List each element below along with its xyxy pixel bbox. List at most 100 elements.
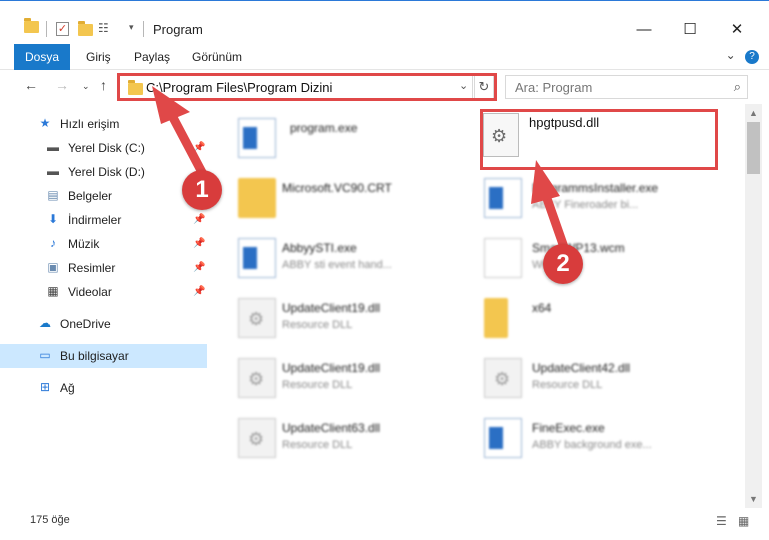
search-input[interactable]: Ara: Program ⌕ [505,75,748,99]
file-name: UpdateClient42.dll [532,361,631,375]
sidebar-item-label: İndirmeler [68,213,122,227]
new-folder-icon[interactable] [78,21,93,36]
tab-home[interactable]: Giriş [86,44,111,70]
sidebar-item-label: Bu bilgisayar [60,349,129,363]
sidebar-item-network[interactable]: ⊞ Ağ [0,376,207,400]
navigation-pane: ★ Hızlı erişim ▬ Yerel Disk (C:) 📌 ▬ Yer… [0,104,210,508]
file-description: Resource DLL [282,379,353,391]
file-name: program.exe [290,121,358,135]
item-count: 175 öğe [30,514,70,526]
dll-file-icon [484,358,522,398]
dll-file-icon [238,358,276,398]
sidebar-item-label: Yerel Disk (C:) [68,141,145,155]
search-placeholder: Ara: Program [515,80,593,95]
window-title: Program [153,22,203,37]
document-file-icon [484,238,522,278]
sidebar-item-label: Resimler [68,261,116,275]
separator [143,21,144,37]
minimize-button[interactable]: — [621,15,667,45]
pin-icon: 📌 [193,142,206,153]
pin-icon: 📌 [193,238,206,249]
video-icon: ▦ [47,284,59,298]
cloud-icon: ☁ [39,316,51,330]
drive-icon: ▬ [47,140,59,154]
sidebar-item-this-pc[interactable]: ▭ Bu bilgisayar [0,344,207,368]
file-highlight-box [480,109,718,170]
chevron-down-icon[interactable]: ⌄ [726,48,736,62]
title-bar: ✓ ☷ ▾ Program — ☐ ✕ [0,0,769,44]
forward-arrow-icon[interactable]: → [55,77,69,93]
exe-file-icon [238,118,276,158]
details-view-icon[interactable]: ☰ [716,514,727,528]
question-icon[interactable]: ? [745,50,759,64]
ribbon-controls: ⌄ ? [726,48,759,64]
pin-icon: 📌 [193,286,206,297]
sidebar-item-label: Videolar [68,285,112,299]
file-name: UpdateClient63.dll [282,421,381,435]
star-icon: ★ [39,116,51,130]
sidebar-item-disk-c[interactable]: ▬ Yerel Disk (C:) 📌 [0,136,207,160]
pictures-icon: ▣ [47,260,59,274]
file-name: Microsoft.VC90.CRT [282,181,392,195]
search-icon[interactable]: ⌕ [734,79,741,95]
computer-icon: ▭ [39,348,51,362]
tab-view[interactable]: Görünüm [192,44,242,70]
music-icon: ♪ [50,236,56,250]
folder-icon[interactable] [24,18,39,33]
sidebar-item-label: Yerel Disk (D:) [68,165,145,179]
sidebar-item-pictures[interactable]: ▣ Resimler 📌 [0,256,207,280]
up-arrow-icon[interactable]: ↑ [100,77,107,93]
sidebar-item-onedrive[interactable]: ☁ OneDrive [0,312,207,336]
sidebar-item-label: Müzik [68,237,100,251]
file-description: ABBY background exe... [532,439,652,451]
sidebar-item-label: OneDrive [60,317,111,331]
sidebar-item-label: Hızlı erişim [60,117,120,131]
file-name: FineExec.exe [532,421,605,435]
vertical-scrollbar[interactable]: ▲ ▼ [745,104,762,508]
folder-icon [484,298,508,338]
recent-locations-icon[interactable]: ⌄ [82,81,90,92]
dll-file-icon [238,418,276,458]
properties-icon[interactable]: ✓ [56,22,69,36]
step-badge-2: 2 [543,244,583,284]
sidebar-item-music[interactable]: ♪ Müzik 📌 [0,232,207,256]
scroll-thumb[interactable] [747,122,760,174]
file-name: UpdateClient19.dll [282,361,381,375]
file-name: x64 [532,301,552,315]
file-description: Resource DLL [532,379,603,391]
sidebar-item-documents[interactable]: ▤ Belgeler [0,184,207,208]
tab-share[interactable]: Paylaş [134,44,170,70]
status-bar: 175 öğe ☰ ▦ [0,508,769,540]
address-highlight-box [117,73,497,101]
pin-icon: 📌 [193,214,206,225]
file-name: ProgrammsInstaller.exe [532,181,659,195]
back-arrow-icon[interactable]: ← [24,77,38,93]
customize-dropdown-icon[interactable]: ▾ [129,22,134,33]
dll-file-icon [238,298,276,338]
sidebar-item-label: Ağ [60,381,75,395]
drive-icon: ▬ [47,164,59,178]
pin-icon: 📌 [193,262,206,273]
sidebar-item-disk-d[interactable]: ▬ Yerel Disk (D:) [0,160,207,184]
close-button[interactable]: ✕ [714,15,760,45]
exe-file-icon [484,178,522,218]
folder-icon [238,178,276,218]
file-description: Resource DLL [282,319,353,331]
separator [46,21,47,37]
maximize-button[interactable]: ☐ [667,15,713,45]
file-description: Resource DLL [282,439,353,451]
file-description: ABBY sti event hand... [282,259,392,271]
sidebar-item-downloads[interactable]: ⬇ İndirmeler 📌 [0,208,207,232]
sidebar-item-quick-access[interactable]: ★ Hızlı erişim [0,112,207,136]
tab-file[interactable]: Dosya [14,44,70,70]
exe-file-icon [484,418,522,458]
sidebar-item-videos[interactable]: ▦ Videolar 📌 [0,280,207,304]
download-icon: ⬇ [47,212,59,226]
large-icons-view-icon[interactable]: ▦ [738,514,749,528]
documents-icon: ▤ [47,188,59,202]
scroll-up-icon[interactable]: ▲ [749,108,758,118]
exe-file-icon [238,238,276,278]
scroll-down-icon[interactable]: ▼ [749,494,758,504]
step-badge-1: 1 [182,170,222,210]
view-menu-icon[interactable]: ☷ [98,21,109,35]
